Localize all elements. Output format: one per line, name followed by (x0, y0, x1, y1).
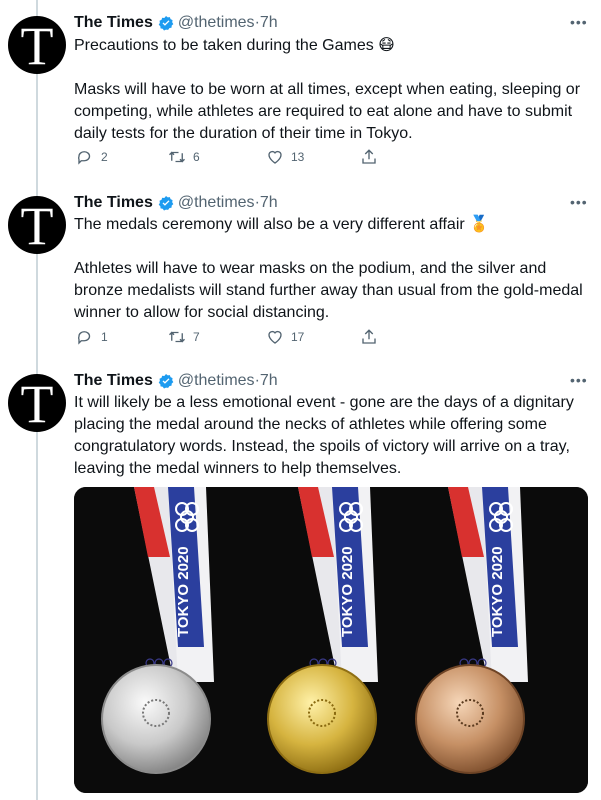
tweet-paragraph: Athletes will have to wear masks on the … (74, 260, 583, 321)
tweet-header: The Times @thetimes · 7h (74, 370, 278, 392)
like-icon (268, 330, 282, 344)
retweet-icon (169, 331, 185, 343)
retweet-button[interactable]: 6 (168, 148, 200, 166)
retweet-icon (169, 151, 185, 163)
more-icon[interactable]: ••• (570, 14, 588, 30)
reply-button[interactable]: 1 (76, 328, 108, 346)
tweet-paragraph: It will likely be a less emotional event… (74, 394, 574, 477)
avatar[interactable]: T (8, 374, 66, 433)
reply-count: 2 (101, 150, 108, 164)
like-button[interactable]: 17 (266, 328, 304, 346)
reply-icon (77, 151, 91, 165)
verified-badge-icon (158, 16, 174, 31)
tweet-text: Precautions to be taken during the Games… (74, 35, 594, 145)
tweet-paragraph: Precautions to be taken during the Games… (74, 37, 395, 54)
verified-badge-icon (158, 374, 174, 389)
retweet-count: 7 (193, 330, 200, 344)
svg-text:TOKYO 2020: TOKYO 2020 (339, 546, 356, 637)
more-icon[interactable]: ••• (570, 194, 588, 210)
reply-button[interactable]: 2 (76, 148, 108, 166)
timestamp[interactable]: 7h (260, 372, 278, 390)
tweet-media-image[interactable]: TOKYO 2020 TOKYO 2020 TOKYO 2020 (74, 487, 588, 793)
tweet-paragraph: Masks will have to be worn at all times,… (74, 81, 581, 142)
reply-icon (77, 331, 91, 345)
share-icon (362, 149, 376, 164)
author-handle[interactable]: @thetimes (178, 194, 255, 212)
tweet-header: The Times @thetimes · 7h (74, 12, 278, 34)
reply-count: 1 (101, 330, 108, 344)
verified-badge-icon (158, 196, 174, 211)
like-count: 17 (291, 330, 305, 344)
tweet-text: It will likely be a less emotional event… (74, 392, 594, 480)
tweet-header: The Times @thetimes · 7h (74, 192, 278, 214)
like-icon (268, 150, 282, 164)
like-button[interactable]: 13 (266, 148, 304, 166)
like-count: 13 (291, 150, 305, 164)
tweet-actions: 2 6 13 (76, 148, 386, 168)
avatar[interactable]: T (8, 196, 66, 255)
tweet-2[interactable]: T The Times @thetimes · 7h ••• The medal… (0, 180, 601, 356)
timestamp[interactable]: 7h (260, 194, 278, 212)
tweet-actions: 1 7 17 (76, 328, 386, 348)
author-name[interactable]: The Times (74, 14, 153, 32)
author-handle[interactable]: @thetimes (178, 14, 255, 32)
author-handle[interactable]: @thetimes (178, 372, 255, 390)
retweet-button[interactable]: 7 (168, 328, 200, 346)
avatar[interactable]: T (8, 16, 66, 75)
tweet-1[interactable]: T The Times @thetimes · 7h ••• Precautio… (0, 0, 601, 176)
svg-text:TOKYO 2020: TOKYO 2020 (175, 546, 192, 637)
more-icon[interactable]: ••• (570, 372, 588, 388)
retweet-count: 6 (193, 150, 200, 164)
author-name[interactable]: The Times (74, 194, 153, 212)
tweet-text: The medals ceremony will also be a very … (74, 214, 594, 324)
medals-photo: TOKYO 2020 TOKYO 2020 TOKYO 2020 (74, 487, 588, 793)
author-name[interactable]: The Times (74, 372, 153, 390)
share-button[interactable] (360, 328, 378, 346)
share-button[interactable] (360, 148, 378, 166)
tweet-paragraph: The medals ceremony will also be a very … (74, 216, 490, 233)
svg-text:TOKYO 2020: TOKYO 2020 (489, 546, 506, 637)
timestamp[interactable]: 7h (260, 14, 278, 32)
share-icon (362, 329, 376, 344)
